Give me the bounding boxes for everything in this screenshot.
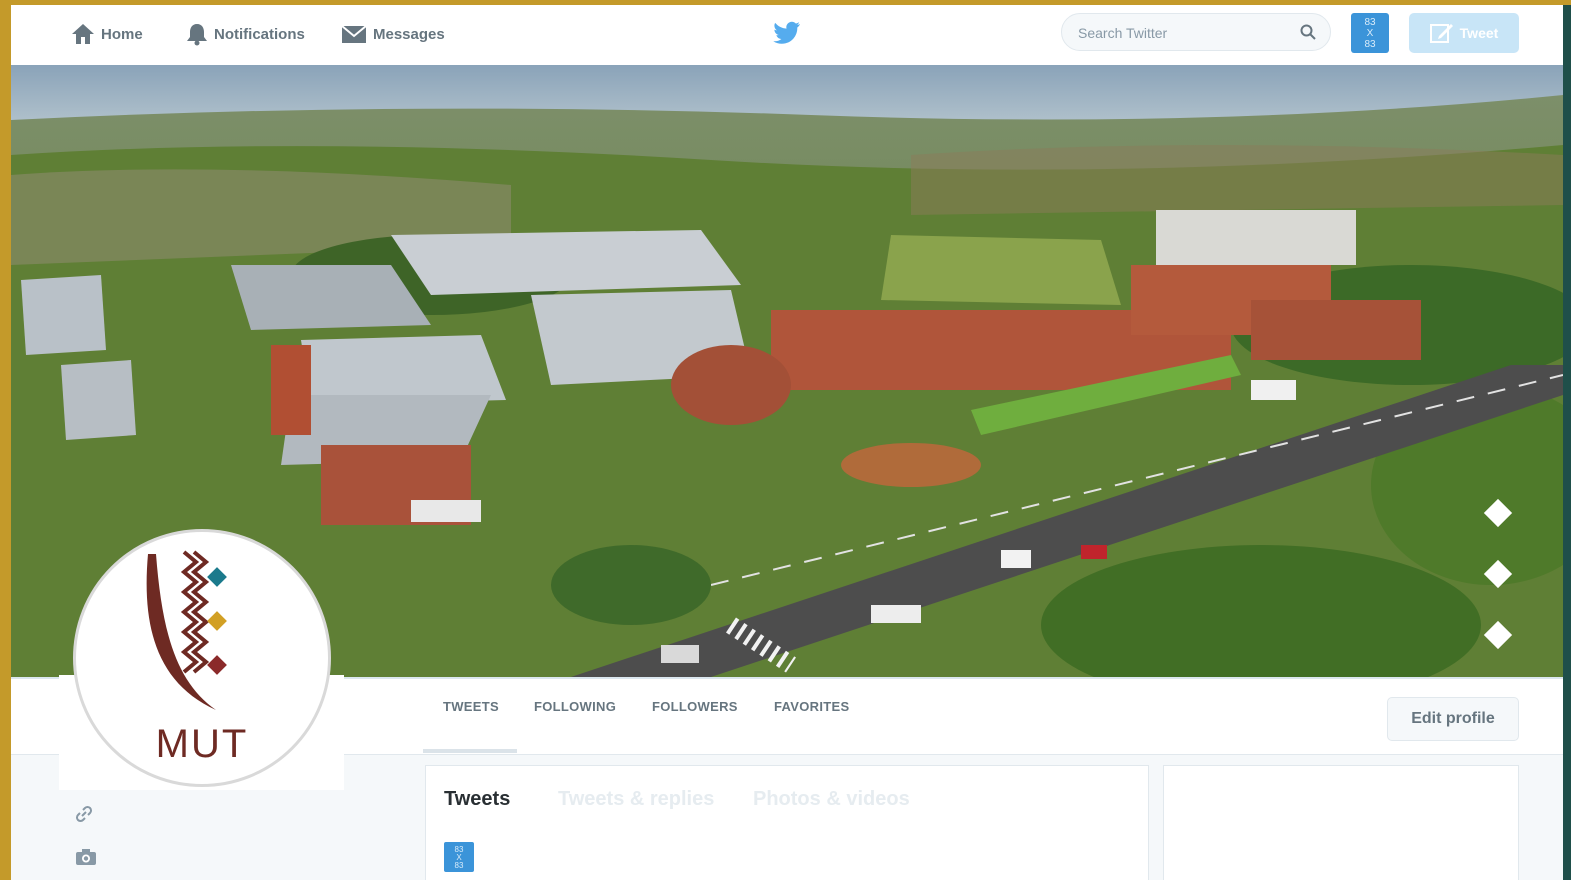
stat-favorites[interactable]: FAVORITES — [774, 699, 849, 714]
top-navigation-bar: Home Notifications Messages Search Twitt… — [11, 5, 1563, 66]
tab-photos-and-videos[interactable]: Photos & videos — [753, 788, 910, 811]
nav-notifications-label: Notifications — [214, 25, 305, 43]
logo-wordmark: MUT — [155, 722, 249, 766]
camera-icon — [76, 849, 96, 865]
tweet-author-avatar[interactable]: 83 X 83 — [444, 842, 474, 872]
gold-border-left — [0, 0, 11, 880]
avatar-text-2: X — [1366, 28, 1374, 39]
compose-icon — [1429, 24, 1453, 43]
twitter-bird-icon[interactable] — [773, 21, 801, 45]
stat-tweets[interactable]: TWEETS — [443, 699, 499, 714]
home-icon — [72, 24, 94, 44]
nav-notifications[interactable]: Notifications — [186, 21, 305, 47]
search-placeholder: Search Twitter — [1078, 25, 1168, 41]
stat-following[interactable]: FOLLOWING — [534, 699, 616, 714]
nav-home-label: Home — [101, 25, 143, 43]
nav-messages[interactable]: Messages — [341, 21, 445, 47]
account-avatar[interactable]: 83 X 83 — [1351, 13, 1389, 53]
stat-followers[interactable]: FOLLOWERS — [652, 699, 738, 714]
edit-profile-label: Edit profile — [1411, 710, 1495, 727]
active-stat-underline — [423, 749, 517, 753]
link-icon — [75, 805, 93, 823]
tweet-button[interactable]: Tweet — [1409, 13, 1519, 53]
avatar-text-3: 83 — [1364, 39, 1376, 50]
profile-avatar[interactable]: MUT — [73, 529, 331, 787]
tweet-button-label: Tweet — [1459, 25, 1499, 41]
search-box[interactable]: Search Twitter — [1061, 13, 1331, 51]
mut-logo-mark — [146, 550, 227, 710]
envelope-icon — [341, 25, 367, 43]
tweet-avatar-text-3: 83 — [454, 861, 464, 870]
tab-tweets[interactable]: Tweets — [444, 788, 510, 811]
avatar-text-1: 83 — [1364, 17, 1376, 28]
bell-icon — [187, 24, 207, 46]
edit-profile-button[interactable]: Edit profile — [1387, 697, 1519, 741]
tab-tweets-and-replies[interactable]: Tweets & replies — [558, 788, 714, 811]
timeline-card: Tweets Tweets & replies Photos & videos … — [425, 765, 1149, 880]
twitter-profile-window: Home Notifications Messages Search Twitt… — [11, 5, 1563, 880]
nav-home[interactable]: Home — [71, 21, 143, 47]
nav-messages-label: Messages — [373, 25, 445, 43]
search-icon[interactable] — [1300, 24, 1316, 40]
right-sidebar-card — [1163, 765, 1519, 880]
